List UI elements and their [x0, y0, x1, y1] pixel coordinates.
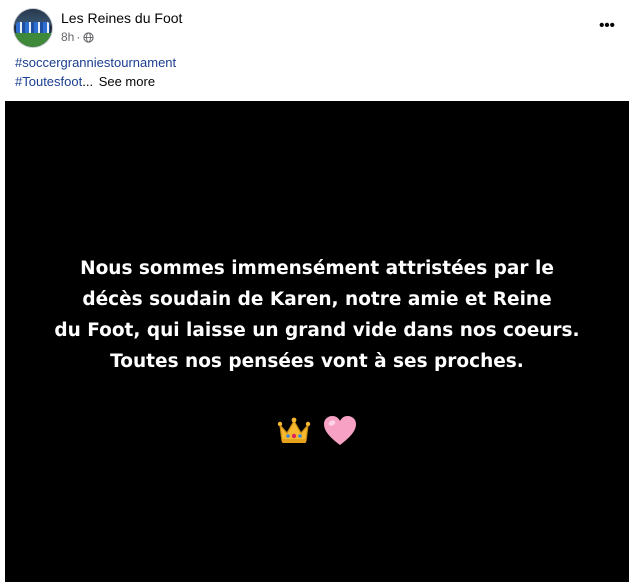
image-text-line: du Foot, qui laisse un grand vide dans n… — [54, 320, 580, 341]
globe-icon[interactable] — [83, 31, 94, 43]
post-timestamp[interactable]: 8h — [61, 29, 74, 45]
caption-ellipsis: ... — [82, 74, 94, 89]
post-header: Les Reines du Foot 8h · ••• — [14, 8, 620, 48]
caption-line-1: #soccergranniestournament — [15, 53, 615, 72]
caption-line-2: #Toutesfoot... See more — [15, 72, 615, 91]
more-options-button[interactable]: ••• — [594, 14, 620, 38]
crown-emoji — [277, 417, 311, 443]
post-image-text: Nous sommes immensément attristées par l… — [5, 253, 629, 377]
page-name-link[interactable]: Les Reines du Foot — [61, 9, 182, 27]
emoji-row — [5, 413, 629, 449]
see-more-button[interactable]: See more — [99, 74, 155, 89]
meta-separator: · — [76, 30, 81, 44]
facebook-post: Les Reines du Foot 8h · ••• #soccergrann… — [0, 0, 634, 582]
post-image[interactable]: Nous sommes immensément attristées par l… — [5, 101, 629, 582]
hashtag-link[interactable]: #soccergranniestournament — [15, 55, 176, 70]
pink-heart-emoji — [324, 416, 356, 445]
post-meta: 8h · — [61, 29, 94, 45]
image-text-line: Nous sommes immensément attristées par l… — [80, 258, 554, 279]
more-horizontal-icon: ••• — [599, 17, 615, 34]
image-text-line: décès soudain de Karen, notre amie et Re… — [82, 289, 552, 310]
image-text-line: Toutes nos pensées vont à ses proches. — [110, 351, 524, 372]
avatar-grass — [14, 33, 52, 47]
avatar[interactable] — [14, 9, 52, 47]
hashtag-link[interactable]: #Toutesfoot — [15, 74, 82, 89]
post-caption: #soccergranniestournament #Toutesfoot...… — [15, 53, 615, 91]
